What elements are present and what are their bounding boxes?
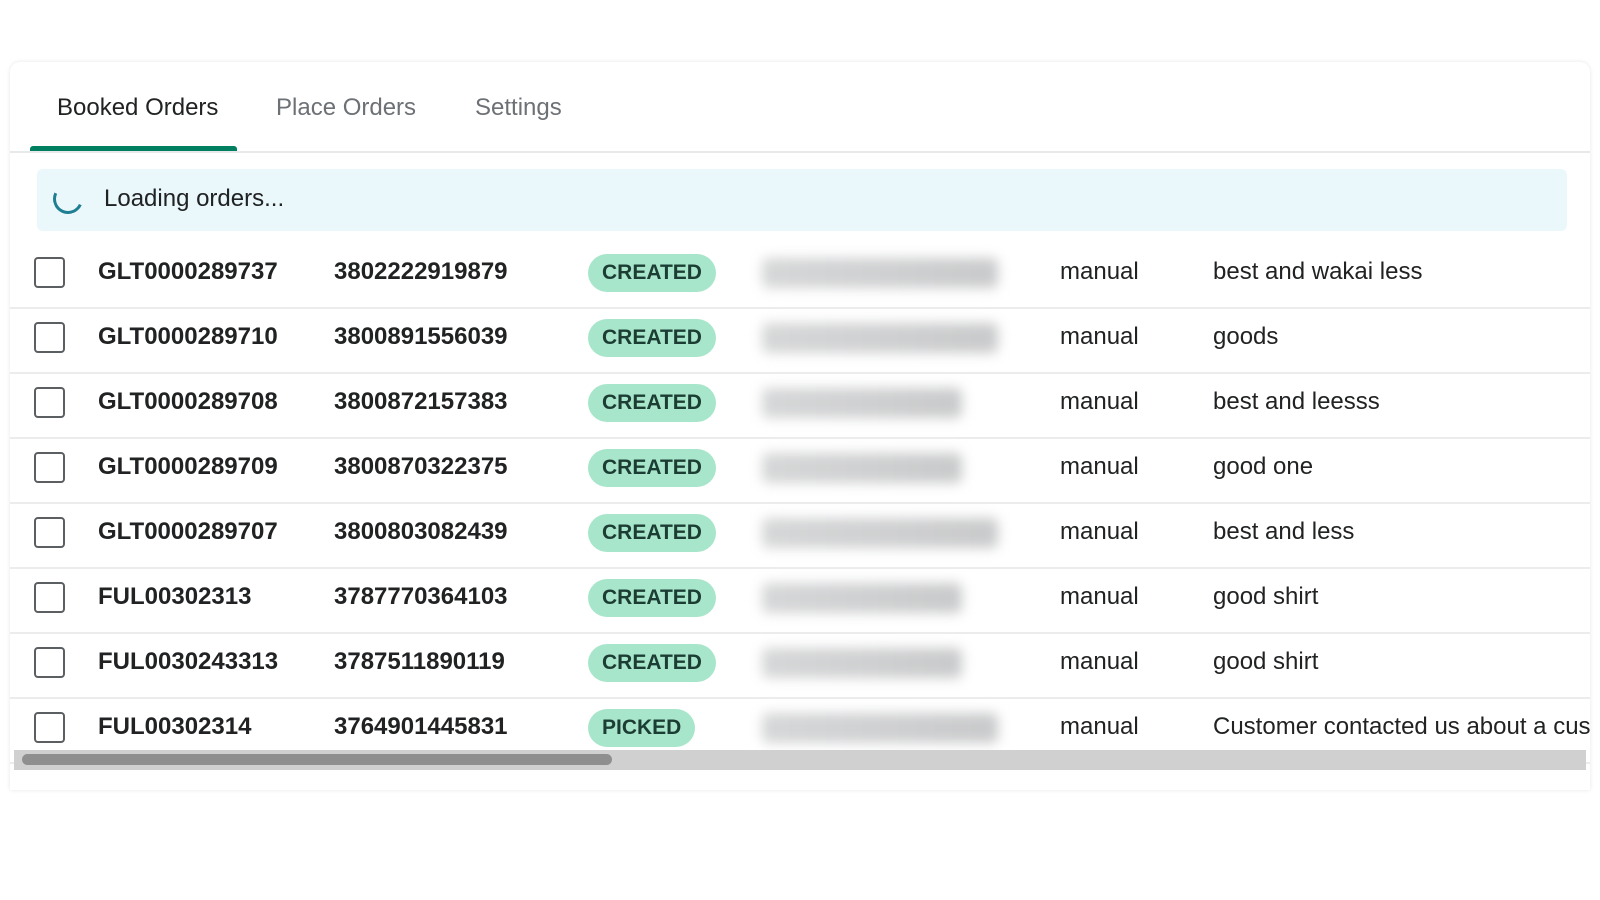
- tab-bar: Booked Orders Place Orders Settings: [10, 62, 1590, 153]
- tracking-number: 3764901445831: [334, 713, 508, 740]
- order-note: best and leesss: [1213, 388, 1380, 415]
- orders-table: GLT0000289737 3802222919879 CREATED manual b…: [10, 244, 1590, 764]
- order-note: best and wakai less: [1213, 258, 1423, 285]
- customer-email-redacted: [762, 583, 962, 613]
- status-badge: CREATED: [588, 579, 716, 617]
- tracking-number: 3800872157383: [334, 388, 508, 415]
- order-source: manual: [1060, 713, 1139, 740]
- row-checkbox[interactable]: [34, 387, 65, 418]
- order-source: manual: [1060, 388, 1139, 415]
- loading-text: Loading orders...: [104, 185, 285, 212]
- tab-booked-orders[interactable]: Booked Orders: [57, 94, 218, 122]
- status-badge: CREATED: [588, 449, 716, 487]
- scrollbar-thumb[interactable]: [22, 754, 612, 765]
- order-id[interactable]: GLT0000289710: [98, 323, 278, 351]
- order-note: good one: [1213, 453, 1314, 480]
- customer-email-redacted: [762, 388, 962, 418]
- tab-place-orders[interactable]: Place Orders: [276, 94, 416, 122]
- tracking-number: 3802222919879: [334, 258, 508, 285]
- tab-settings[interactable]: Settings: [475, 94, 562, 122]
- loading-banner: Loading orders...: [37, 169, 1567, 231]
- table-row[interactable]: GLT0000289707 3800803082439 CREATED manual b…: [10, 504, 1590, 569]
- order-source: manual: [1060, 583, 1139, 610]
- order-source: manual: [1060, 648, 1139, 675]
- table-row[interactable]: GLT0000289710 3800891556039 CREATED manual g…: [10, 309, 1590, 374]
- order-source: manual: [1060, 323, 1139, 350]
- order-note: best and less: [1213, 518, 1355, 545]
- order-id[interactable]: FUL00302314: [98, 713, 251, 741]
- status-badge: CREATED: [588, 254, 716, 292]
- row-checkbox[interactable]: [34, 322, 65, 353]
- order-note: goods: [1213, 323, 1279, 350]
- order-id[interactable]: FUL00302313: [98, 583, 251, 611]
- customer-email-redacted: [762, 323, 998, 353]
- tracking-number: 3800803082439: [334, 518, 508, 545]
- table-row[interactable]: GLT0000289709 3800870322375 CREATED manual g…: [10, 439, 1590, 504]
- order-id[interactable]: GLT0000289737: [98, 258, 278, 286]
- table-row[interactable]: GLT0000289737 3802222919879 CREATED manual b…: [10, 244, 1590, 309]
- order-source: manual: [1060, 258, 1139, 285]
- tracking-number: 3787511890119: [334, 648, 505, 675]
- tracking-number: 3800870322375: [334, 453, 508, 480]
- tracking-number: 3800891556039: [334, 323, 508, 350]
- orders-card: Booked Orders Place Orders Settings Load…: [10, 62, 1590, 790]
- customer-email-redacted: [762, 518, 998, 548]
- status-badge: CREATED: [588, 514, 716, 552]
- row-checkbox[interactable]: [34, 647, 65, 678]
- order-id[interactable]: GLT0000289708: [98, 388, 278, 416]
- table-row[interactable]: GLT0000289708 3800872157383 CREATED manual b…: [10, 374, 1590, 439]
- customer-email-redacted: [762, 453, 962, 483]
- order-note: good shirt: [1213, 648, 1319, 675]
- table-row[interactable]: FUL00302313 3787770364103 CREATED manual goo…: [10, 569, 1590, 634]
- order-note: Customer contacted us about a custo: [1213, 713, 1590, 740]
- customer-email-redacted: [762, 258, 998, 288]
- table-row[interactable]: FUL0030243313 3787511890119 CREATED manual g…: [10, 634, 1590, 699]
- status-badge: CREATED: [588, 319, 716, 357]
- order-source: manual: [1060, 453, 1139, 480]
- row-checkbox[interactable]: [34, 582, 65, 613]
- active-tab-indicator: [30, 146, 237, 151]
- customer-email-redacted: [762, 648, 962, 678]
- order-id[interactable]: FUL0030243313: [98, 648, 278, 676]
- order-id[interactable]: GLT0000289707: [98, 518, 278, 546]
- status-badge: CREATED: [588, 384, 716, 422]
- order-source: manual: [1060, 518, 1139, 545]
- row-checkbox[interactable]: [34, 517, 65, 548]
- customer-email-redacted: [762, 713, 998, 743]
- row-checkbox[interactable]: [34, 452, 65, 483]
- spinner-icon: [48, 179, 88, 219]
- row-checkbox[interactable]: [34, 712, 65, 743]
- horizontal-scrollbar[interactable]: [14, 750, 1586, 770]
- order-note: good shirt: [1213, 583, 1319, 610]
- status-badge: CREATED: [588, 644, 716, 682]
- row-checkbox[interactable]: [34, 257, 65, 288]
- status-badge: PICKED: [588, 709, 696, 747]
- order-id[interactable]: GLT0000289709: [98, 453, 278, 481]
- tracking-number: 3787770364103: [334, 583, 508, 610]
